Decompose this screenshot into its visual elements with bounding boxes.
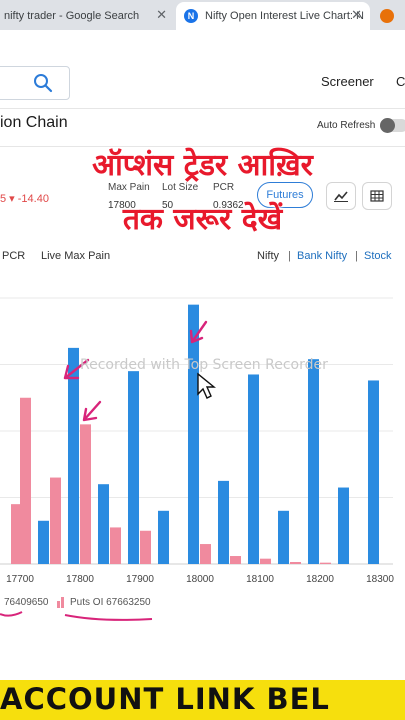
- close-icon[interactable]: ✕: [351, 7, 362, 23]
- calls-oi-bar: [218, 480, 229, 564]
- calls-oi-bar: [188, 304, 199, 564]
- calls-oi-bar: [278, 510, 289, 564]
- auto-refresh-toggle[interactable]: [380, 118, 405, 133]
- browser-tab-nifty-oi[interactable]: N Nifty Open Interest Live Chart: N ✕: [176, 2, 370, 30]
- tab-bank-nifty[interactable]: Bank Nifty: [297, 250, 347, 262]
- calls-oi-bar: [128, 371, 139, 564]
- x-tick-label: 17900: [126, 574, 154, 585]
- separator: |: [355, 250, 358, 262]
- line-chart-icon: [334, 191, 348, 202]
- banner-text: ACCOUNT LINK BEL: [0, 682, 330, 716]
- annotation-underline: [0, 611, 153, 621]
- puts-oi-bar: [140, 530, 151, 564]
- calls-oi-bar: [338, 487, 349, 564]
- search-icon[interactable]: [33, 73, 53, 93]
- x-tick-label: 18300: [366, 574, 394, 585]
- puts-oi-bar: [50, 477, 61, 564]
- browser-tab-google-search[interactable]: nifty trader - Google Search ✕: [0, 2, 175, 30]
- close-icon[interactable]: ✕: [156, 7, 167, 23]
- puts-oi-bar: [110, 527, 121, 564]
- browser-tab-other[interactable]: [372, 2, 405, 30]
- browser-tab-strip: nifty trader - Google Search ✕ N Nifty O…: [0, 0, 405, 30]
- calls-oi-bar: [248, 374, 259, 564]
- tab-nifty[interactable]: Nifty: [257, 250, 279, 262]
- favicon-icon: [380, 9, 394, 23]
- auto-refresh-label: Auto Refresh: [317, 120, 376, 131]
- annotation-arrow: [82, 400, 102, 422]
- x-tick-label: 18200: [306, 574, 334, 585]
- tab-pcr[interactable]: PCR: [2, 250, 25, 262]
- puts-oi-bar: [11, 504, 22, 564]
- mouse-cursor-icon: [197, 372, 216, 399]
- table-icon: [370, 190, 384, 202]
- promo-banner: ACCOUNT LINK BEL: [0, 680, 405, 720]
- page-title: ion Chain: [0, 114, 68, 131]
- puts-oi-bar: [80, 424, 91, 564]
- calls-oi-bar: [38, 520, 49, 564]
- calls-oi-bar: [158, 510, 169, 564]
- search-input[interactable]: [0, 66, 70, 100]
- open-interest-chart: 17700 17800 17900 18000 18100 18200 18300: [0, 297, 394, 585]
- calls-oi-bar: [68, 347, 79, 564]
- nav-screener[interactable]: Screener: [321, 74, 374, 89]
- overlay-caption-line-1: ऑप्शंस ट्रेडर आख़िर: [92, 148, 313, 183]
- puts-oi-bar: [230, 556, 241, 564]
- puts-oi-bar: [260, 558, 271, 564]
- puts-oi-bar: [200, 544, 211, 564]
- tab-stock[interactable]: Stock: [364, 250, 392, 262]
- divider: [0, 146, 405, 147]
- x-tick-label: 18000: [186, 574, 214, 585]
- site-header: Screener C: [0, 58, 405, 109]
- puts-oi-bar: [290, 562, 301, 564]
- tab-title: Nifty Open Interest Live Chart: N: [205, 10, 364, 22]
- niftytrader-favicon-icon: N: [184, 9, 198, 23]
- x-tick-label: 17700: [6, 574, 34, 585]
- calls-oi-bar: [98, 484, 109, 564]
- separator: |: [288, 250, 291, 262]
- calls-oi-bar: [368, 380, 379, 564]
- puts-oi-bar: [320, 562, 331, 564]
- overlay-caption-line-2: तक जरूर देखें: [122, 202, 283, 237]
- tab-title: nifty trader - Google Search: [4, 10, 140, 22]
- recorder-watermark: Recorded with Top Screen Recorder: [80, 357, 328, 373]
- nav-item-cut[interactable]: C: [396, 74, 405, 89]
- tab-live-max-pain[interactable]: Live Max Pain: [41, 250, 110, 262]
- x-tick-label: 18100: [246, 574, 274, 585]
- calls-oi-bar: [308, 359, 319, 564]
- x-tick-label: 17800: [66, 574, 94, 585]
